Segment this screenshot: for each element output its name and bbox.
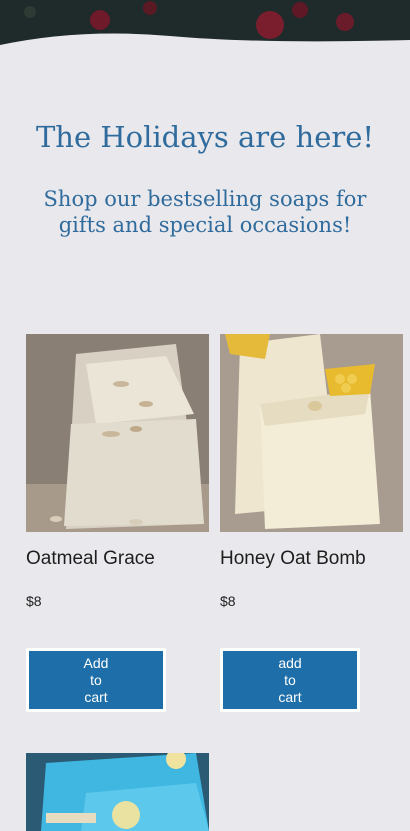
button-label-line: cart: [84, 688, 108, 705]
page-subtitle: Shop our bestselling soaps for gifts and…: [43, 187, 367, 237]
add-to-cart-button[interactable]: add to cart: [220, 648, 360, 712]
button-label-line: to: [284, 671, 296, 688]
product-name[interactable]: Oatmeal Grace: [26, 548, 155, 570]
product-image[interactable]: [220, 334, 403, 532]
product-price: $8: [26, 593, 42, 609]
product-image[interactable]: [26, 753, 209, 831]
hero-banner: [0, 0, 410, 70]
product-card-honey-oat-bomb: Honey Oat Bomb $8 add to cart: [220, 334, 403, 712]
product-card-3: [26, 753, 209, 831]
button-label-line: add: [278, 654, 302, 671]
page-title: The Holidays are here!: [35, 120, 375, 154]
product-image[interactable]: [26, 334, 209, 532]
button-label-line: Add: [83, 654, 109, 671]
product-card-oatmeal-grace: Oatmeal Grace $8 Add to cart: [26, 334, 209, 712]
product-price: $8: [220, 593, 236, 609]
hero-image: [0, 0, 410, 70]
add-to-cart-button[interactable]: Add to cart: [26, 648, 166, 712]
product-name[interactable]: Honey Oat Bomb: [220, 548, 366, 570]
button-label-line: cart: [278, 688, 302, 705]
button-label-line: to: [90, 671, 102, 688]
